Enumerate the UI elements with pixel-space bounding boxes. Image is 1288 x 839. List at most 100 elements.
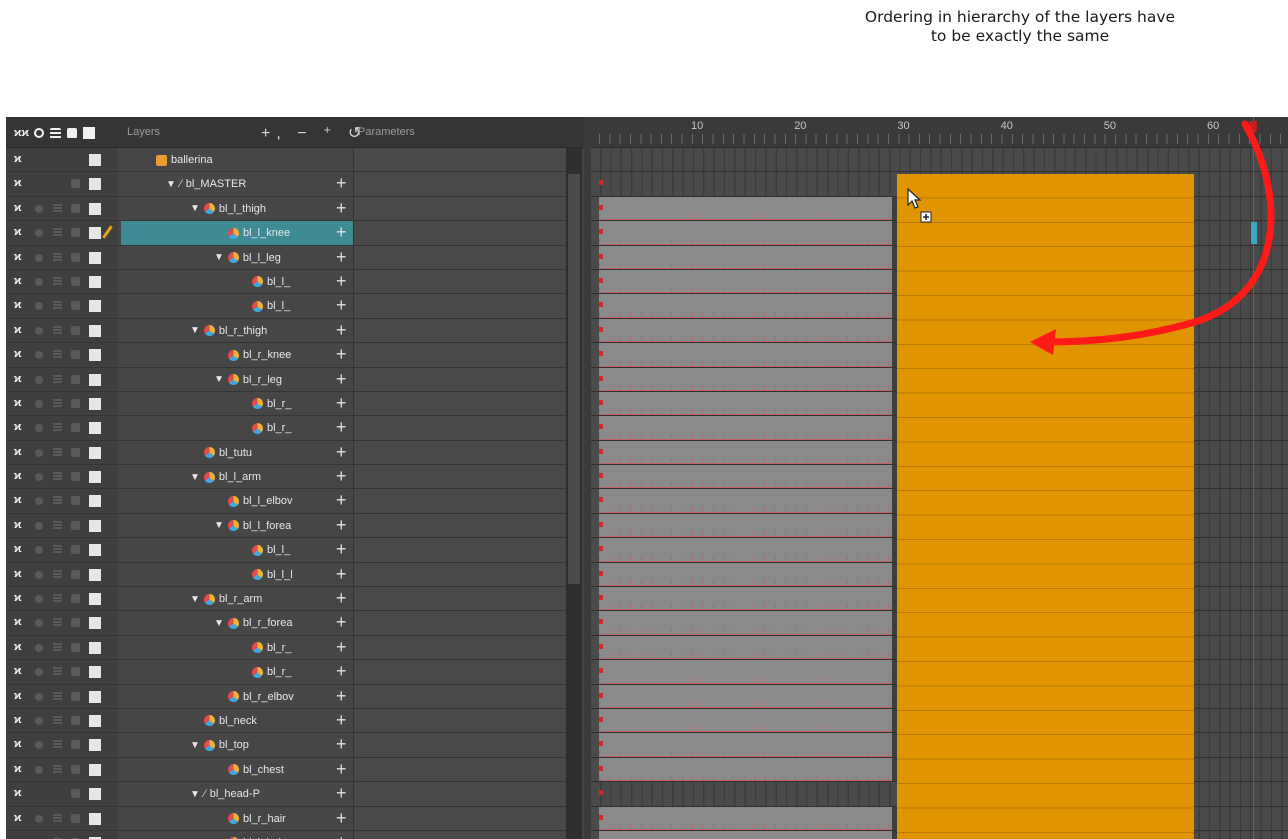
- layer-color-swatch[interactable]: [89, 593, 101, 606]
- keyframe-marker[interactable]: [599, 180, 603, 186]
- visibility-icon[interactable]: ϰ: [14, 690, 26, 701]
- stack-toggle-icon[interactable]: [53, 325, 62, 335]
- layer-color-swatch[interactable]: [89, 446, 101, 459]
- keyframe-marker[interactable]: [599, 497, 603, 503]
- exposure-cells[interactable]: [599, 465, 892, 489]
- add-layer-plus-icon[interactable]: +: [336, 247, 347, 267]
- stack-toggle-icon[interactable]: [53, 715, 62, 725]
- keyframe-marker[interactable]: [599, 253, 603, 259]
- layer-color-swatch[interactable]: [89, 812, 101, 825]
- layer-row[interactable]: ϰ ▼ bl_r_forea +: [6, 611, 566, 636]
- layer-row[interactable]: ϰ bl_r_hair +: [6, 806, 566, 831]
- solo-toggle-icon[interactable]: [35, 253, 43, 262]
- keyframe-marker[interactable]: [599, 546, 603, 552]
- layer-color-swatch[interactable]: [89, 666, 101, 679]
- add-layer-plus-icon[interactable]: +: [336, 490, 347, 510]
- stack-toggle-icon[interactable]: [53, 764, 62, 774]
- layer-color-swatch[interactable]: [89, 300, 101, 313]
- lock-toggle-icon[interactable]: [71, 813, 80, 823]
- expand-triangle-icon[interactable]: ▼: [214, 618, 224, 629]
- lock-toggle-icon[interactable]: [71, 472, 80, 482]
- visibility-icon[interactable]: ϰ: [14, 324, 26, 335]
- stack-toggle-icon[interactable]: [53, 569, 62, 579]
- expand-triangle-icon[interactable]: ▼: [214, 252, 224, 263]
- visibility-icon[interactable]: ϰ: [14, 763, 26, 774]
- solo-toggle-icon[interactable]: [35, 521, 43, 530]
- solo-icon[interactable]: [34, 128, 44, 138]
- layer-row[interactable]: ϰ bl_l_knee +: [6, 221, 566, 246]
- visibility-icon[interactable]: ϰ: [14, 471, 26, 482]
- visibility-icon[interactable]: ϰ: [14, 519, 26, 530]
- keyframe-marker[interactable]: [599, 229, 603, 235]
- add-layer-plus-icon[interactable]: +: [336, 637, 347, 657]
- exposure-cells[interactable]: [599, 245, 892, 269]
- visibility-icon[interactable]: ϰ: [14, 373, 26, 384]
- exposure-cells[interactable]: [599, 343, 892, 367]
- lock-toggle-icon[interactable]: [71, 594, 80, 604]
- exposure-cells[interactable]: [599, 416, 892, 440]
- keyframe-marker[interactable]: [599, 351, 603, 357]
- lock-toggle-icon[interactable]: [71, 496, 80, 506]
- layer-row[interactable]: ϰ ▼ bl_r_thigh +: [6, 318, 566, 344]
- layer-row[interactable]: ϰ bl_r_ +: [6, 660, 566, 685]
- stack-toggle-icon[interactable]: [53, 496, 62, 506]
- solo-toggle-icon[interactable]: [35, 814, 43, 823]
- solo-toggle-icon[interactable]: [35, 473, 43, 482]
- layer-color-swatch[interactable]: [89, 397, 101, 410]
- layer-color-swatch[interactable]: [89, 714, 101, 727]
- add-layer-plus-icon[interactable]: +: [336, 344, 347, 364]
- stack-toggle-icon[interactable]: [53, 740, 62, 750]
- layer-row[interactable]: ϰ ▼ bl_l_forea +: [6, 513, 566, 539]
- stack-toggle-icon[interactable]: [53, 252, 62, 262]
- stack-toggle-icon[interactable]: [53, 447, 62, 457]
- solo-toggle-icon[interactable]: [35, 716, 43, 725]
- lock-toggle-icon[interactable]: [71, 423, 80, 433]
- visibility-icon[interactable]: ϰ: [14, 739, 26, 750]
- visibility-icon[interactable]: ϰ: [14, 251, 26, 262]
- solo-toggle-icon[interactable]: [35, 570, 43, 579]
- add-layer-plus-icon[interactable]: +: [336, 539, 347, 559]
- layer-row[interactable]: ϰ ▼ bl_r_arm +: [6, 587, 566, 612]
- lock-toggle-icon[interactable]: [71, 569, 80, 579]
- layer-color-swatch[interactable]: [89, 154, 101, 166]
- keyframe-marker[interactable]: [599, 399, 603, 405]
- layer-color-swatch[interactable]: [89, 763, 101, 776]
- stack-toggle-icon[interactable]: [53, 398, 62, 408]
- layer-row[interactable]: ϰ bl_r_knee +: [6, 343, 566, 368]
- visibility-icon[interactable]: ϰ: [14, 593, 26, 604]
- layer-row[interactable]: ϰ bl_r_ +: [6, 391, 566, 417]
- expand-triangle-icon[interactable]: ▼: [190, 203, 200, 214]
- visibility-icon[interactable]: ϰ: [14, 227, 26, 238]
- layer-color-swatch[interactable]: [89, 251, 101, 264]
- keyframe-marker[interactable]: [599, 741, 603, 747]
- visibility-icon[interactable]: ϰ: [14, 617, 26, 628]
- layer-name-cell[interactable]: [121, 636, 353, 659]
- show-all-icon[interactable]: ϰϰ: [14, 128, 29, 139]
- keyframe-marker[interactable]: [599, 375, 603, 381]
- visibility-icon[interactable]: ϰ: [14, 202, 26, 213]
- keyframe-marker[interactable]: [599, 716, 603, 722]
- exposure-cells[interactable]: [599, 196, 892, 221]
- layer-row[interactable]: ϰ ▼ bl_l_thigh +: [6, 196, 566, 222]
- lock-toggle-icon[interactable]: [71, 715, 80, 725]
- layer-row[interactable]: ϰ bl_tutu +: [6, 440, 566, 466]
- add-layer-plus-icon[interactable]: +: [336, 295, 347, 315]
- layer-row[interactable]: ϰ ▼ bl_l_leg +: [6, 245, 566, 270]
- keyframe-marker[interactable]: [599, 277, 603, 283]
- visibility-icon[interactable]: ϰ: [14, 397, 26, 408]
- lock-toggle-icon[interactable]: [71, 350, 80, 360]
- layer-color-swatch[interactable]: [89, 641, 101, 654]
- add-layer-plus-icon[interactable]: +: [336, 442, 347, 462]
- lock-toggle-icon[interactable]: [71, 520, 80, 530]
- visibility-icon[interactable]: ϰ: [14, 666, 26, 677]
- lock-toggle-icon[interactable]: [71, 740, 80, 750]
- solo-toggle-icon[interactable]: [35, 204, 43, 213]
- exposure-cells[interactable]: [599, 318, 892, 343]
- layer-name-cell[interactable]: [121, 270, 353, 293]
- keyframe-marker[interactable]: [599, 765, 603, 771]
- layer-row[interactable]: ϰ bl_r_ +: [6, 635, 566, 661]
- add-layer-plus-icon[interactable]: +: [336, 564, 347, 584]
- exposure-cells[interactable]: [599, 562, 892, 587]
- layer-color-swatch[interactable]: [89, 690, 101, 703]
- add-layer-plus-icon[interactable]: +: [336, 710, 347, 730]
